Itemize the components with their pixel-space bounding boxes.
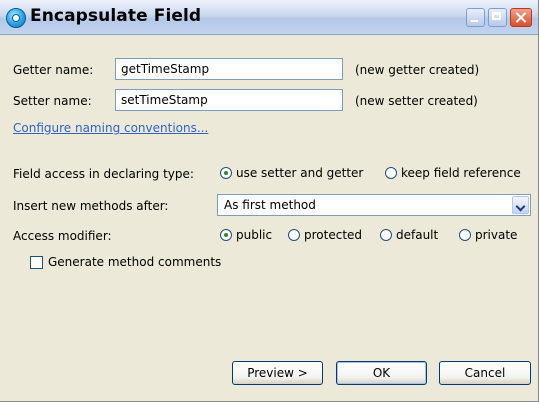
field-access-label: Field access in declaring type: — [13, 167, 194, 181]
radio-keep-field-reference[interactable]: keep field reference — [385, 166, 521, 180]
close-button[interactable] — [510, 8, 532, 27]
radio-public[interactable]: public — [220, 228, 272, 242]
radio-selected-icon — [220, 229, 232, 241]
radio-use-setter-getter[interactable]: use setter and getter — [220, 166, 363, 180]
radio-selected-icon — [220, 167, 232, 179]
radio-label: public — [236, 228, 273, 242]
getter-name-field[interactable]: getTimeStamp — [115, 58, 343, 80]
chevron-down-icon[interactable] — [512, 196, 529, 214]
radio-label: keep field reference — [401, 166, 521, 180]
getter-status-note: (new getter created) — [355, 63, 480, 77]
radio-unselected-icon — [288, 229, 300, 241]
setter-name-field[interactable]: setTimeStamp — [115, 89, 343, 111]
radio-unselected-icon — [385, 167, 397, 179]
setter-status-note: (new setter created) — [355, 94, 478, 108]
configure-naming-link[interactable]: Configure naming conventions... — [13, 121, 208, 135]
radio-unselected-icon — [380, 229, 392, 241]
cancel-button[interactable]: Cancel — [439, 361, 531, 385]
getter-name-label: Getter name: — [13, 63, 94, 77]
generate-comments-label: Generate method comments — [48, 255, 222, 269]
title-bar[interactable]: Encapsulate Field — [0, 0, 538, 35]
ok-button[interactable]: OK — [336, 361, 427, 385]
radio-private[interactable]: private — [459, 228, 517, 242]
radio-label: private — [475, 228, 518, 242]
maximize-button[interactable] — [488, 8, 507, 27]
insert-methods-value: As first method — [224, 198, 316, 212]
preview-button[interactable]: Preview > — [232, 361, 323, 385]
radio-default[interactable]: default — [380, 228, 438, 242]
radio-label: use setter and getter — [236, 166, 364, 180]
insert-methods-dropdown[interactable]: As first method — [217, 194, 531, 216]
radio-label: protected — [304, 228, 363, 242]
setter-name-label: Setter name: — [13, 94, 92, 108]
radio-protected[interactable]: protected — [288, 228, 362, 242]
encapsulate-field-dialog: Encapsulate Field Getter name: getTimeSt… — [0, 0, 539, 402]
eclipse-app-icon — [6, 8, 26, 28]
radio-label: default — [396, 228, 439, 242]
access-modifier-label: Access modifier: — [13, 229, 112, 243]
insert-methods-label: Insert new methods after: — [13, 199, 169, 213]
checkbox-unchecked-icon — [30, 255, 43, 269]
generate-comments-checkbox[interactable]: Generate method comments — [30, 255, 221, 269]
minimize-button[interactable] — [466, 8, 485, 27]
window-title: Encapsulate Field — [30, 6, 202, 26]
radio-unselected-icon — [459, 229, 471, 241]
